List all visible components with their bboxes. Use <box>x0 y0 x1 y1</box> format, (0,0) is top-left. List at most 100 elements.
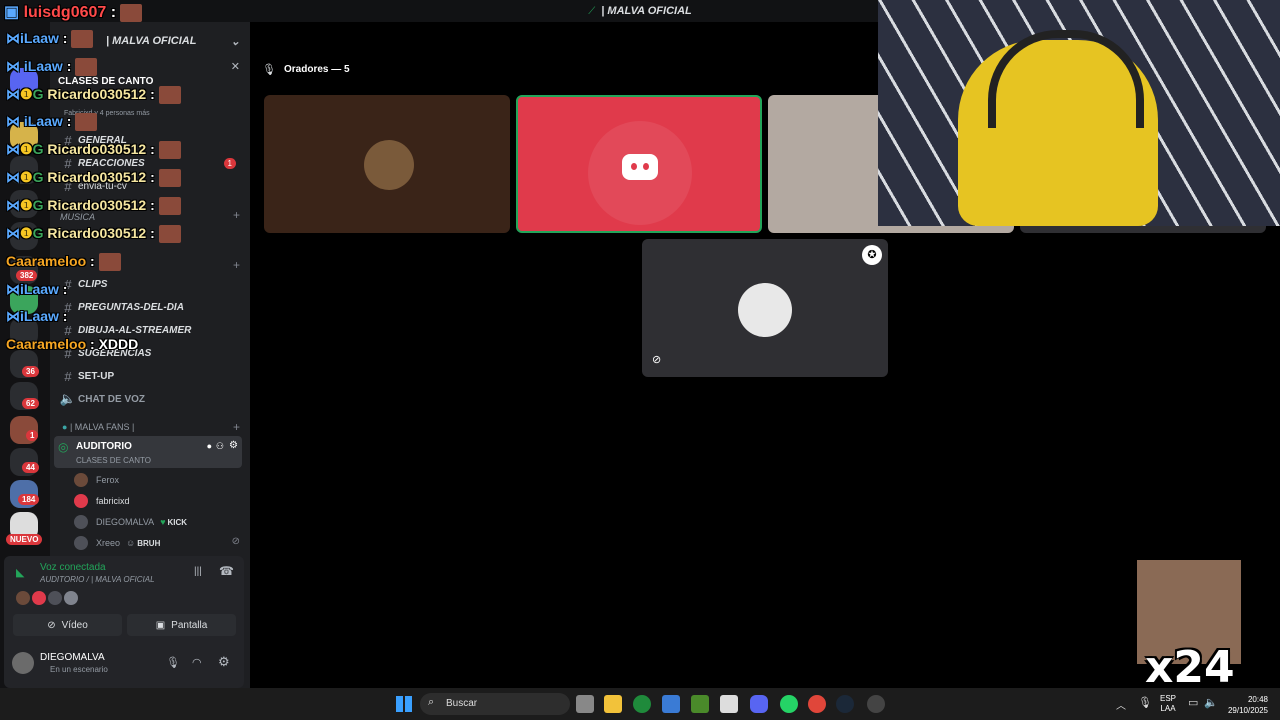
chat-line: ⋈ iLaaw : <box>6 58 98 77</box>
soundboard-icon[interactable]: ||| <box>194 566 202 577</box>
gear-icon[interactable]: ⚙ <box>229 440 238 451</box>
platform-icon: ⋈ <box>6 86 20 102</box>
platform-icon: ⋈ <box>6 169 20 185</box>
platform-icon: ⋈ <box>6 308 20 324</box>
screen-share-button[interactable]: ▣ Pantalla <box>127 614 236 636</box>
stage-user[interactable]: fabricixd <box>74 491 130 511</box>
search-box[interactable]: ⌕ Buscar <box>420 693 570 715</box>
chat-line: ⋈❶G Ricardo030512 : <box>6 86 181 105</box>
notification-badge: 62 <box>22 398 39 409</box>
chat-line: ⋈❶G Ricardo030512 : <box>6 141 181 160</box>
task-view-icon[interactable] <box>576 695 594 713</box>
store-icon[interactable] <box>662 695 680 713</box>
hash-icon: # <box>64 368 72 384</box>
avatar <box>738 283 792 337</box>
speaker-icon: 🔈 <box>59 391 77 406</box>
stage-user[interactable]: Xreeo ☺ BRUH <box>74 533 160 553</box>
headphones-icon[interactable]: ◠ <box>192 656 202 669</box>
whatsapp-icon[interactable] <box>780 695 798 713</box>
emote <box>75 58 98 77</box>
add-channel-icon[interactable]: + <box>233 258 240 272</box>
emote <box>75 113 98 132</box>
channel-set-up[interactable]: # SET-UP <box>58 366 242 386</box>
notification-badge: 36 <box>22 366 39 377</box>
platform-icon: ⋈ <box>6 225 20 241</box>
chat-line: ⋈❶G Ricardo030512 : <box>6 169 181 188</box>
speaker-tile-active[interactable] <box>516 95 762 233</box>
speaker-tile[interactable]: ✪ ⊘ <box>642 239 888 377</box>
stage-user[interactable]: Ferox <box>74 470 119 490</box>
avatar <box>364 140 414 190</box>
emote <box>158 225 181 244</box>
avatar <box>74 536 88 550</box>
video-button[interactable]: ⊘ Vídeo <box>13 614 122 636</box>
chat-line: ⋈ iLaaw : <box>6 113 98 132</box>
channel-clips[interactable]: # CLIPS <box>58 274 242 294</box>
category-malva-fans[interactable]: ● | MALVA FANS | <box>62 422 134 432</box>
chat-line: ⋈iLaaw : <box>6 281 68 297</box>
minecraft-icon[interactable] <box>691 695 709 713</box>
user-panel[interactable]: DIEGOMALVA En un escenario 🎙 ◠ ⚙ <box>10 648 240 682</box>
emote <box>120 3 143 22</box>
avatar <box>64 591 78 605</box>
stage-user[interactable]: DIEGOMALVA ♥ KICK <box>74 512 187 532</box>
notes-icon[interactable] <box>720 695 738 713</box>
signal-icon: ◣ <box>16 567 25 579</box>
microphone-icon[interactable]: 🎙 <box>166 656 180 669</box>
voice-status: Voz conectada <box>40 562 106 573</box>
volume-icon[interactable]: 🔈 <box>1204 696 1218 709</box>
xbox-icon[interactable] <box>633 695 651 713</box>
user-status: En un escenario <box>50 665 108 674</box>
emoji-icon: ☺ <box>126 538 136 548</box>
badge-icon: ❶ <box>20 225 33 241</box>
stage-channel-topic: CLASES DE CANTO <box>76 456 151 465</box>
avatar <box>74 473 88 487</box>
chat-line: ⋈iLaaw : <box>6 308 68 324</box>
muted-icon: ⊘ <box>652 354 662 366</box>
emote-counter: x24 <box>1145 642 1235 693</box>
microphone-icon[interactable]: 🎙 <box>1138 696 1152 709</box>
disconnect-icon[interactable]: ☎ <box>219 564 234 578</box>
voice-avatars <box>16 591 78 605</box>
stage-channel-name: AUDITORIO <box>76 441 132 452</box>
add-channel-icon[interactable]: + <box>233 208 240 222</box>
platform-icon: ⋈ <box>6 58 20 74</box>
chevron-up-icon[interactable]: ︿ <box>1116 697 1126 712</box>
windows-start-icon[interactable] <box>396 696 412 712</box>
speaker-tile[interactable] <box>264 95 510 233</box>
stage-icon: ◎ <box>58 440 69 454</box>
obs-icon[interactable] <box>867 695 885 713</box>
taskbar: ⌕ Buscar ︿ 🎙 ESP LAA ▭ 🔈 20:48 29/10/202… <box>0 688 1280 720</box>
channel-chat-de-voz[interactable]: 🔈 CHAT DE VOZ <box>58 389 242 409</box>
discord-logo-icon <box>622 154 658 180</box>
chrome-icon[interactable] <box>808 695 826 713</box>
discord-icon[interactable] <box>750 695 768 713</box>
platform-icon: ⋈ <box>6 281 20 297</box>
channel-preguntas-del-dia[interactable]: # PREGUNTAS-DEL-DIA <box>58 297 242 317</box>
platform-icon: ⋈ <box>6 141 20 157</box>
emote <box>158 169 181 188</box>
emote-combo: x24 <box>1137 560 1241 693</box>
stage-channel-auditorio[interactable]: ◎ AUDITORIO CLASES DE CANTO ● ⚇ ⚙ <box>54 436 242 468</box>
add-user-icon[interactable]: ⚇ <box>216 441 224 452</box>
notification-badge: 1 <box>26 430 39 441</box>
voice-location[interactable]: AUDITORIO / | MALVA OFICIAL <box>40 575 155 584</box>
close-icon[interactable]: ✕ <box>231 60 240 73</box>
chat-icon[interactable]: ● <box>207 441 212 451</box>
badge-icon: ❶ <box>20 197 33 213</box>
platform-icon: ▣ <box>4 4 20 21</box>
chevron-down-icon[interactable]: ⌄ <box>231 35 240 48</box>
file-explorer-icon[interactable] <box>604 695 622 713</box>
search-placeholder: Buscar <box>446 698 478 709</box>
badge-icon: G <box>32 225 44 241</box>
chat-line: ⋈iLaaw : <box>6 30 94 49</box>
add-channel-icon[interactable]: + <box>233 420 240 434</box>
language-indicator[interactable]: ESP LAA <box>1160 694 1176 714</box>
gear-icon[interactable]: ⚙ <box>218 654 230 670</box>
avatar <box>12 652 34 674</box>
network-icon[interactable]: ▭ <box>1188 696 1198 709</box>
clock[interactable]: 20:48 29/10/2025 <box>1226 694 1268 716</box>
avatar <box>16 591 30 605</box>
platform-icon: ⋈ <box>6 30 20 46</box>
steam-icon[interactable] <box>836 695 854 713</box>
